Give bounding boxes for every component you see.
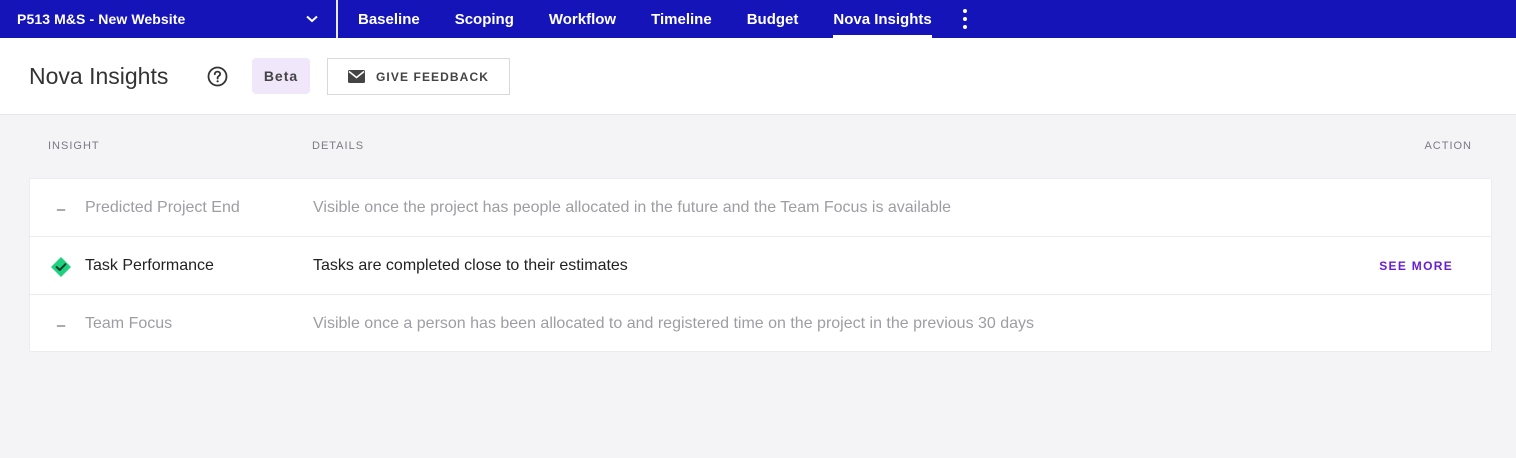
tab-nova-insights[interactable]: Nova Insights (833, 0, 933, 38)
insight-name: Task Performance (85, 257, 214, 274)
column-header-insight: INSIGHT (48, 140, 100, 152)
tab-baseline[interactable]: Baseline (358, 0, 420, 38)
insight-name: Predicted Project End (85, 199, 240, 216)
project-tabs: Baseline Scoping Workflow Timeline Budge… (338, 0, 973, 38)
insight-details: Tasks are completed close to their estim… (313, 257, 628, 274)
table-row-team-focus: – Team Focus Visible once a person has b… (30, 295, 1491, 351)
see-more-link[interactable]: SEE MORE (1379, 259, 1453, 273)
insight-details: Visible once the project has people allo… (313, 199, 952, 216)
tab-scoping[interactable]: Scoping (455, 0, 514, 38)
give-feedback-label: GIVE FEEDBACK (376, 69, 489, 84)
dash-icon: – (56, 316, 66, 334)
table-row-predicted-project-end: – Predicted Project End Visible once the… (30, 179, 1491, 237)
column-header-action: ACTION (1424, 140, 1472, 152)
table-row-task-performance: Task Performance Tasks are completed clo… (30, 237, 1491, 295)
tab-budget[interactable]: Budget (747, 0, 799, 38)
tab-timeline[interactable]: Timeline (651, 0, 712, 38)
project-name: P513 M&S - New Website (17, 11, 186, 27)
help-icon[interactable] (207, 66, 228, 87)
status-success (50, 256, 72, 278)
project-selector[interactable]: P513 M&S - New Website (0, 0, 338, 38)
insight-name: Team Focus (85, 315, 173, 332)
check-diamond-icon (51, 257, 71, 277)
insight-details: Visible once a person has been allocated… (313, 315, 1035, 332)
insights-table: – Predicted Project End Visible once the… (29, 178, 1492, 352)
dash-icon: – (56, 200, 66, 218)
give-feedback-button[interactable]: GIVE FEEDBACK (327, 58, 510, 95)
status-unavailable: – (50, 198, 72, 220)
beta-badge: Beta (252, 58, 310, 94)
page-title: Nova Insights (29, 63, 169, 89)
column-header-details: DETAILS (312, 140, 365, 152)
chevron-down-icon (306, 15, 318, 23)
envelope-icon (348, 70, 365, 83)
tab-workflow[interactable]: Workflow (549, 0, 616, 38)
page-header: Nova Insights Beta GIVE FEEDBACK (0, 38, 1516, 115)
more-options-icon[interactable] (957, 0, 973, 38)
status-unavailable: – (50, 314, 72, 336)
top-navigation-bar: P513 M&S - New Website Baseline Scoping … (0, 0, 1516, 38)
